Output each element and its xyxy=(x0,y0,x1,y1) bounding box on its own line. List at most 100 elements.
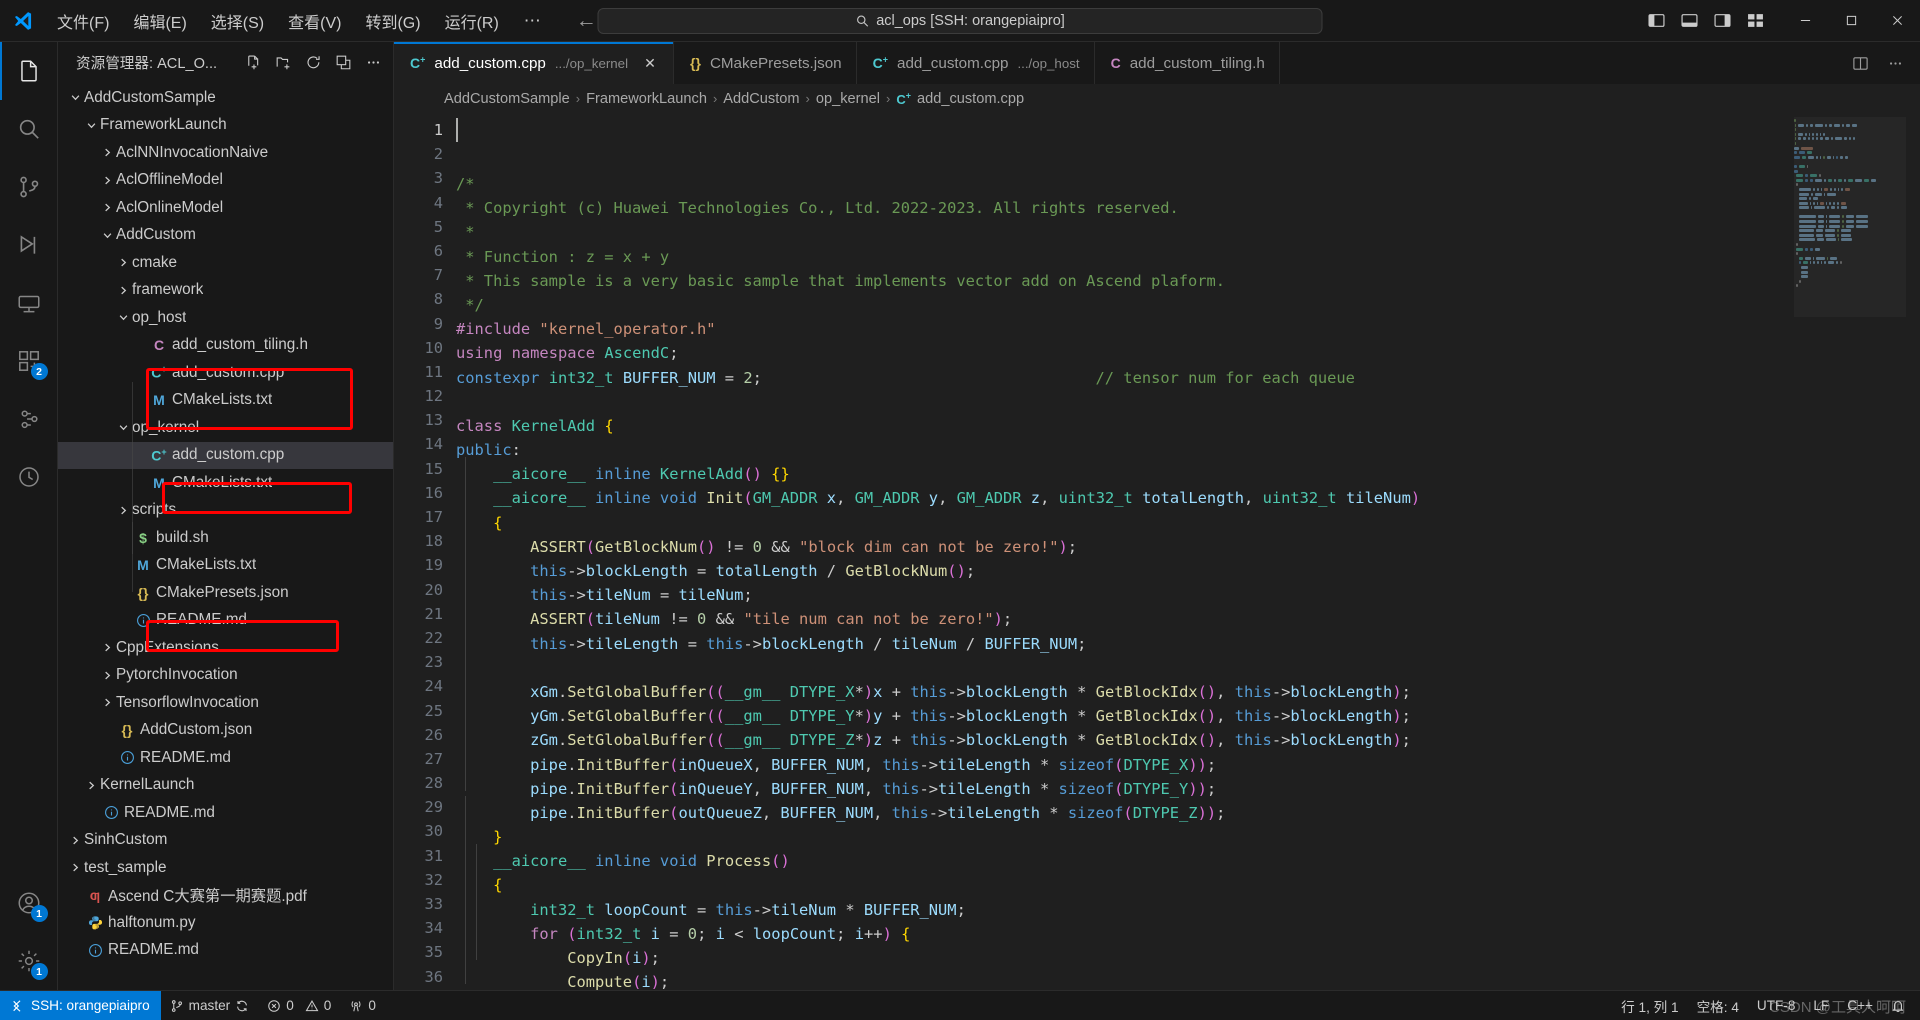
chevron-down-icon[interactable] xyxy=(82,120,100,131)
status-problems[interactable]: 0 0 xyxy=(258,991,340,1020)
tree-folder-row[interactable]: SinhCustom xyxy=(58,827,393,855)
status-language-mode[interactable]: C++ xyxy=(1838,991,1882,1020)
editor-tab[interactable]: C+ add_custom.cpp .../op_host xyxy=(856,42,1095,84)
chevron-right-icon[interactable] xyxy=(98,670,116,681)
split-editor-icon[interactable] xyxy=(1852,55,1869,72)
refresh-icon[interactable] xyxy=(299,48,327,76)
status-ports[interactable]: 0 xyxy=(340,991,385,1020)
chevron-down-icon[interactable] xyxy=(98,230,116,241)
menu-go[interactable]: 转到(G) xyxy=(354,5,431,37)
tree-file-row[interactable]: M CMakeLists.txt xyxy=(58,552,393,580)
tree-file-row[interactable]: M CMakeLists.txt xyxy=(58,469,393,497)
breadcrumb-item[interactable]: AddCustomSample xyxy=(444,91,570,107)
tree-folder-row[interactable]: FrameworkLaunch xyxy=(58,112,393,140)
menu-file[interactable]: 文件(F) xyxy=(46,5,120,37)
breadcrumb-item[interactable]: op_kernel xyxy=(816,91,880,107)
status-branch[interactable]: master xyxy=(161,991,259,1020)
tree-file-row[interactable]: {} AddCustom.json xyxy=(58,717,393,745)
chevron-right-icon[interactable] xyxy=(98,202,116,213)
tree-folder-row[interactable]: PytorchInvocation xyxy=(58,662,393,690)
new-folder-icon[interactable] xyxy=(269,48,297,76)
chevron-right-icon[interactable] xyxy=(66,862,84,873)
chevron-down-icon[interactable] xyxy=(66,92,84,103)
collapse-all-icon[interactable] xyxy=(329,48,357,76)
chevron-right-icon[interactable] xyxy=(98,642,116,653)
minimap-slider[interactable] xyxy=(1794,117,1906,317)
tree-file-row[interactable]: README.md xyxy=(58,799,393,827)
status-end-of-line[interactable]: LF xyxy=(1804,991,1838,1020)
code-content[interactable]: /* * Copyright (c) Huawei Technologies C… xyxy=(456,113,1920,990)
breadcrumb-item[interactable]: add_custom.cpp xyxy=(917,91,1024,107)
tree-folder-row[interactable]: test_sample xyxy=(58,854,393,882)
menu-selection[interactable]: 选择(S) xyxy=(200,5,275,37)
editor-tab[interactable]: {} CMakePresets.json xyxy=(674,42,857,84)
menu-more-button[interactable]: ⋯ xyxy=(512,9,554,33)
chevron-right-icon[interactable] xyxy=(114,285,132,296)
tree-folder-row[interactable]: TensorflowInvocation xyxy=(58,689,393,717)
toggle-secondary-sidebar-icon[interactable] xyxy=(1714,12,1731,29)
status-notifications-icon[interactable] xyxy=(1882,991,1914,1020)
tree-file-row[interactable]: README.md xyxy=(58,607,393,635)
tree-file-row[interactable]: README.md xyxy=(58,744,393,772)
editor-tab[interactable]: Cadd_custom_tiling.h xyxy=(1094,42,1280,84)
tree-file-row[interactable]: ƣ Ascend C大赛第一期赛题.pdf xyxy=(58,882,393,910)
tree-folder-row[interactable]: op_host xyxy=(58,304,393,332)
tree-folder-row[interactable]: scripts xyxy=(58,497,393,525)
tree-folder-row[interactable]: framework xyxy=(58,277,393,305)
tree-file-row[interactable]: $ build.sh xyxy=(58,524,393,552)
ellipsis-icon[interactable] xyxy=(359,48,387,76)
menu-run[interactable]: 运行(R) xyxy=(434,5,510,37)
new-file-icon[interactable] xyxy=(239,48,267,76)
tree-file-row[interactable]: C+ add_custom.cpp xyxy=(58,359,393,387)
go-back-icon[interactable]: ← xyxy=(576,10,597,31)
tree-folder-row[interactable]: AddCustom xyxy=(58,222,393,250)
code-editor[interactable]: 1 2 3 4 5 6 7 8 9 10 11 12 13 14 15 16 17 18 19 20 21 22 23 24 2… xyxy=(394,113,1920,990)
activity-remote-explorer[interactable] xyxy=(0,274,58,332)
menu-view[interactable]: 查看(V) xyxy=(277,5,352,37)
activity-extensions[interactable]: 2 xyxy=(0,332,58,390)
breadcrumb[interactable]: AddCustomSample › FrameworkLaunch › AddCusto… xyxy=(394,84,1920,113)
editor-tab[interactable]: C+ add_custom.cpp .../op_kernel ✕ xyxy=(394,42,675,84)
chevron-right-icon[interactable] xyxy=(114,257,132,268)
activity-source-control[interactable] xyxy=(0,158,58,216)
editor-scrollbar[interactable] xyxy=(1906,113,1920,990)
activity-run-debug[interactable] xyxy=(0,216,58,274)
tree-folder-row[interactable]: AclOfflineModel xyxy=(58,167,393,195)
editor-more-icon[interactable] xyxy=(1887,55,1904,72)
editor-tabs[interactable]: C+ add_custom.cpp .../op_kernel ✕ {} CMakePre… xyxy=(394,42,1920,84)
tree-file-row[interactable]: halftonum.py xyxy=(58,909,393,937)
activity-timeline[interactable] xyxy=(0,448,58,506)
status-cursor-position[interactable]: 行 1, 列 1 xyxy=(1612,991,1687,1020)
activity-explorer[interactable] xyxy=(0,42,58,100)
tree-folder-row[interactable]: CppExtensions xyxy=(58,634,393,662)
activity-settings[interactable]: 1 xyxy=(0,932,58,990)
sync-icon[interactable] xyxy=(235,999,249,1013)
chevron-down-icon[interactable] xyxy=(114,422,132,433)
status-encoding[interactable]: UTF-8 xyxy=(1748,991,1805,1020)
status-indentation[interactable]: 空格: 4 xyxy=(1688,991,1748,1020)
chevron-right-icon[interactable] xyxy=(98,697,116,708)
tree-file-row[interactable]: C+ add_custom.cpp xyxy=(58,441,393,469)
chevron-right-icon[interactable] xyxy=(98,147,116,158)
activity-search[interactable] xyxy=(0,100,58,158)
window-maximize-button[interactable] xyxy=(1828,0,1874,42)
tree-folder-row[interactable]: KernelLaunch xyxy=(58,772,393,800)
activity-testing[interactable] xyxy=(0,390,58,448)
tree-folder-row[interactable]: AddCustomSample xyxy=(58,84,393,112)
tab-close-icon[interactable]: ✕ xyxy=(641,55,659,72)
customize-layout-icon[interactable] xyxy=(1747,12,1764,29)
minimap[interactable] xyxy=(1794,113,1906,990)
menu-edit[interactable]: 编辑(E) xyxy=(122,5,197,37)
chevron-right-icon[interactable] xyxy=(98,175,116,186)
tree-folder-row[interactable]: AclOnlineModel xyxy=(58,194,393,222)
tree-file-row[interactable]: M CMakeLists.txt xyxy=(58,387,393,415)
window-close-button[interactable] xyxy=(1874,0,1920,42)
status-remote-indicator[interactable]: SSH: orangepiaipro xyxy=(0,990,161,1020)
breadcrumb-item[interactable]: AddCustom xyxy=(723,91,799,107)
window-minimize-button[interactable] xyxy=(1782,0,1828,42)
file-tree[interactable]: AddCustomSample FrameworkLaunch AclNNInvoc… xyxy=(58,82,393,990)
tree-file-row[interactable]: {} CMakePresets.json xyxy=(58,579,393,607)
tree-folder-row[interactable]: cmake xyxy=(58,249,393,277)
tree-folder-row[interactable]: AclNNInvocationNaive xyxy=(58,139,393,167)
activity-accounts[interactable]: 1 xyxy=(0,874,58,932)
